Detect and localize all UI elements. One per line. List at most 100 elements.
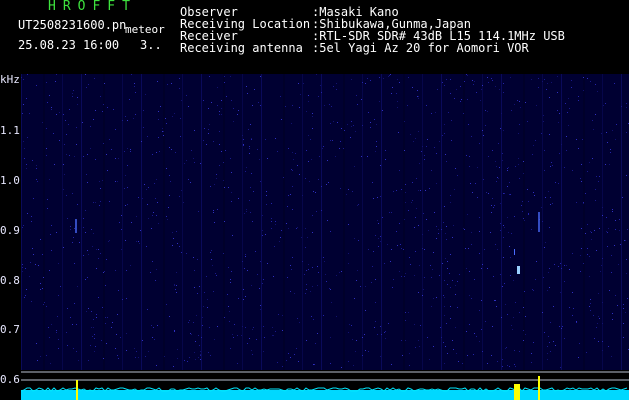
noise-pixel — [544, 79, 545, 80]
noise-pixel — [157, 202, 158, 203]
noise-pixel — [24, 148, 25, 149]
noise-pixel — [558, 266, 559, 267]
noise-pixel — [616, 124, 617, 125]
noise-pixel — [566, 265, 567, 266]
noise-pixel — [200, 359, 201, 360]
noise-pixel — [169, 316, 170, 317]
noise-pixel — [170, 181, 171, 182]
noise-pixel — [620, 244, 621, 245]
noise-pixel — [365, 83, 366, 84]
noise-pixel — [197, 259, 198, 260]
noise-pixel — [362, 337, 363, 338]
noise-pixel — [293, 159, 294, 160]
noise-pixel — [237, 114, 238, 115]
noise-pixel — [487, 268, 488, 269]
noise-pixel — [176, 285, 177, 286]
noise-pixel — [100, 96, 101, 97]
noise-pixel — [454, 189, 455, 190]
noise-pixel — [418, 292, 419, 293]
noise-pixel — [543, 277, 544, 278]
noise-pixel — [166, 168, 167, 169]
noise-pixel — [296, 228, 297, 229]
noise-pixel — [27, 137, 28, 138]
noise-pixel — [615, 139, 616, 140]
noise-pixel — [316, 211, 317, 212]
noise-pixel — [578, 100, 579, 101]
noise-pixel — [385, 159, 386, 160]
noise-pixel — [466, 268, 467, 269]
noise-pixel — [201, 337, 202, 338]
noise-pixel — [148, 351, 149, 352]
noise-pixel — [494, 300, 495, 301]
noise-pixel — [559, 153, 560, 154]
noise-pixel — [127, 204, 128, 205]
noise-pixel — [450, 202, 451, 203]
noise-pixel — [626, 175, 627, 176]
noise-pixel — [401, 340, 402, 341]
noise-pixel — [422, 146, 423, 147]
noise-pixel — [311, 159, 312, 160]
noise-pixel — [502, 286, 503, 287]
noise-pixel — [555, 345, 556, 346]
noise-pixel — [365, 286, 366, 287]
noise-pixel — [256, 339, 257, 340]
noise-pixel — [438, 229, 439, 230]
noise-pixel — [452, 340, 453, 341]
noise-pixel — [230, 76, 231, 77]
noise-pixel — [598, 316, 599, 317]
noise-pixel — [434, 147, 435, 148]
noise-pixel — [325, 274, 326, 275]
noise-pixel — [122, 120, 123, 121]
noise-pixel — [501, 317, 502, 318]
noise-pixel — [313, 191, 314, 192]
noise-pixel — [73, 348, 74, 349]
noise-pixel — [418, 225, 419, 226]
noise-pixel — [331, 106, 332, 107]
noise-pixel — [418, 131, 419, 132]
noise-pixel — [581, 228, 582, 229]
noise-pixel — [592, 158, 593, 159]
noise-pixel — [508, 167, 509, 168]
noise-pixel — [605, 103, 606, 104]
noise-pixel — [554, 264, 555, 265]
noise-pixel — [242, 326, 243, 327]
noise-pixel — [397, 245, 398, 246]
noise-pixel — [281, 230, 282, 231]
noise-pixel — [306, 289, 307, 290]
noise-pixel — [102, 307, 103, 308]
noise-pixel — [416, 178, 417, 179]
noise-pixel — [500, 203, 501, 204]
noise-pixel — [33, 254, 34, 255]
noise-pixel — [567, 112, 568, 113]
noise-pixel — [152, 261, 153, 262]
noise-pixel — [409, 353, 410, 354]
noise-pixel — [606, 217, 607, 218]
noise-pixel — [317, 333, 318, 334]
noise-pixel — [424, 277, 425, 278]
noise-pixel — [374, 327, 375, 328]
noise-pixel — [531, 229, 532, 230]
noise-pixel — [611, 356, 612, 357]
noise-pixel — [22, 267, 23, 268]
noise-pixel — [266, 195, 267, 196]
noise-pixel — [252, 221, 253, 222]
noise-pixel — [510, 77, 511, 78]
noise-pixel — [524, 220, 525, 221]
noise-pixel — [391, 364, 392, 365]
noise-pixel — [455, 294, 456, 295]
noise-pixel — [251, 350, 252, 351]
noise-pixel — [46, 355, 47, 356]
noise-pixel — [260, 261, 261, 262]
noise-pixel — [231, 201, 232, 202]
noise-pixel — [309, 181, 310, 182]
noise-pixel — [419, 163, 420, 164]
noise-pixel — [36, 343, 37, 344]
noise-pixel — [430, 265, 431, 266]
noise-pixel — [152, 337, 153, 338]
noise-pixel — [250, 124, 251, 125]
noise-pixel — [105, 323, 106, 324]
noise-pixel — [409, 365, 410, 366]
noise-pixel — [302, 261, 303, 262]
noise-pixel — [190, 182, 191, 183]
noise-pixel — [176, 272, 177, 273]
